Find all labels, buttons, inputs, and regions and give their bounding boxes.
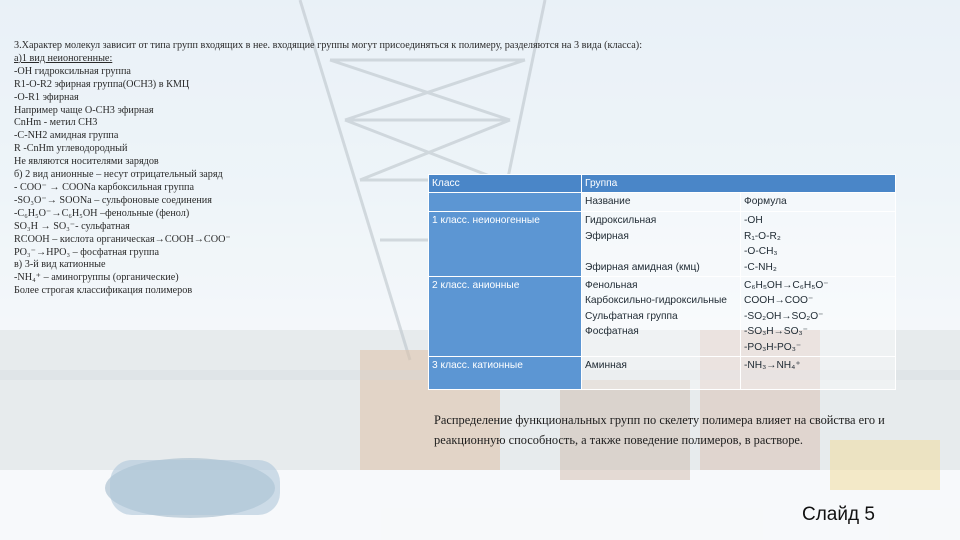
distribution-note: Распределение функциональных групп по ск…: [434, 413, 885, 447]
text-line: Например чаще O-CH3 эфирная: [14, 104, 154, 116]
group-formula: -PO₃H-PO₃⁻: [744, 341, 802, 353]
group-name: Гидроксильная: [585, 215, 657, 227]
text-line: CnHm - метил CH3: [14, 117, 98, 129]
formulas-cell: -NH₃→NH₄⁺: [739, 356, 897, 391]
group-name: Карбоксильно-гидроксильные: [585, 295, 727, 307]
group-name: Эфирная: [585, 230, 629, 242]
group-name: Фосфатная: [585, 326, 639, 338]
text-line: R1-O-R2 эфирная группа(OCH3) в КМЦ: [14, 78, 190, 90]
class-cell: 1 класс. неионогенные: [428, 211, 582, 278]
group-formula: COOH→COO⁻: [744, 295, 814, 307]
text-line: а)1 вид неионогенные:: [14, 52, 113, 64]
names-cell: Фенольная Карбоксильно-гидроксильные Сул…: [581, 276, 741, 358]
header-group: Группа: [580, 173, 897, 194]
subheader-formula: Формула: [739, 192, 897, 213]
group-formula: -SO₂OH→SO₂O⁻: [744, 310, 824, 322]
group-formula: -SO₃H→SO₃⁻: [744, 326, 809, 338]
group-name: Эфирная амидная (кмц): [585, 261, 700, 273]
text-line: -C-NH2 амидная группа: [14, 130, 119, 142]
group-formula: C₆H₅OH→C₆H₅O⁻: [744, 280, 829, 292]
slide-number: Слайд 5: [802, 504, 875, 525]
group-name: Фенольная: [585, 280, 638, 292]
subheader-name: Название: [581, 192, 741, 213]
table-row: 2 класс. анионные Фенольная Карбоксильно…: [428, 276, 897, 358]
formulas-cell: -OH R₁-O-R₂ -O-CH₃ -C-NH₂: [739, 211, 897, 278]
group-name-blank: [585, 244, 737, 259]
subheader-empty: [428, 192, 582, 213]
text-line: -OH гидроксильная группа: [14, 65, 131, 77]
text-line: 3.Характер молекул зависит от типа групп…: [14, 40, 643, 51]
group-formula: -C-NH₂: [744, 261, 777, 273]
group-name: Сульфатная группа: [585, 310, 678, 322]
functional-groups-table: Класс Группа Название Формула 1 класс. н…: [428, 173, 897, 391]
group-formula: -NH₃→NH₄⁺: [744, 360, 801, 372]
names-cell: Аминная: [581, 356, 741, 391]
table-row: 3 класс. катионные Аминная -NH₃→NH₄⁺: [428, 356, 897, 391]
class-cell: 2 класс. анионные: [428, 276, 582, 358]
group-formula: R₁-O-R₂: [744, 230, 781, 242]
group-formula: -O-CH₃: [744, 246, 778, 258]
group-formula: -OH: [744, 215, 763, 227]
text-line: R -CnHm углеводородный: [14, 143, 128, 155]
text-line: Не являются носителями зарядов: [14, 156, 159, 168]
names-cell: Гидроксильная Эфирная Эфирная амидная (к…: [581, 211, 741, 278]
class-cell: 3 класс. катионные: [428, 356, 582, 391]
table-header-row: Класс Группа: [428, 173, 897, 194]
header-class: Класс: [428, 173, 582, 194]
table-row: 1 класс. неионогенные Гидроксильная Эфир…: [428, 211, 897, 278]
table-subheader-row: Название Формула: [428, 192, 897, 213]
formulas-cell: C₆H₅OH→C₆H₅O⁻ COOH→COO⁻ -SO₂OH→SO₂O⁻ -SO…: [739, 276, 897, 358]
group-name: Аминная: [585, 360, 627, 372]
text-line: -O-R1 эфирная: [14, 91, 79, 103]
